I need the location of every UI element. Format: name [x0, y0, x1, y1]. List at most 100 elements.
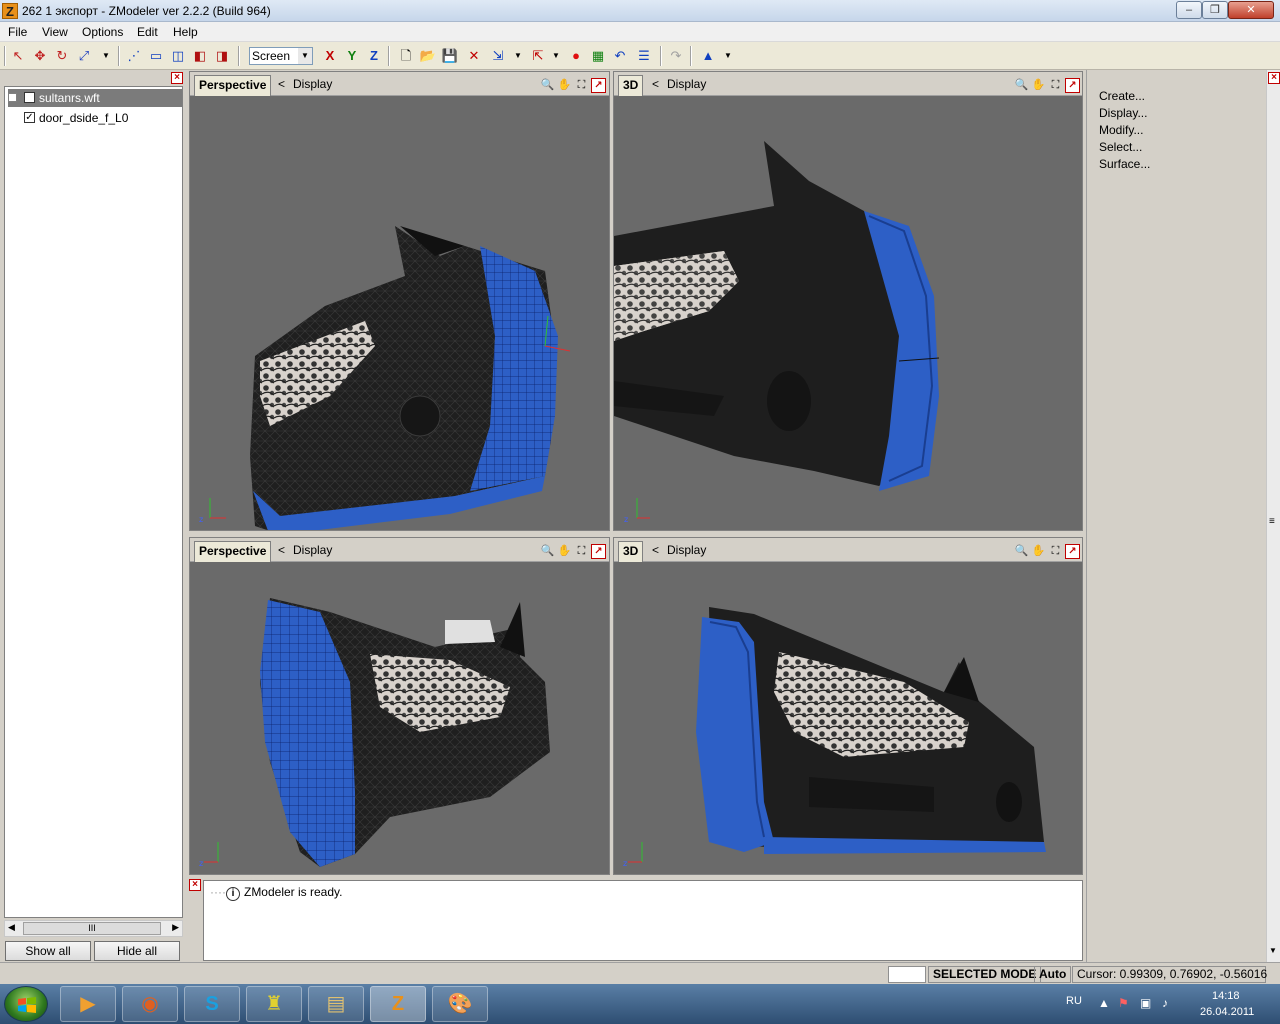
- viewport-display-menu[interactable]: Display: [667, 77, 706, 91]
- pan-icon[interactable]: ✋: [1031, 78, 1046, 93]
- show-all-button[interactable]: Show all: [5, 941, 91, 961]
- viewport-arrow-icon[interactable]: <: [652, 543, 659, 557]
- dropdown-arrow-icon[interactable]: ▼: [718, 46, 738, 66]
- maximize-viewport-icon[interactable]: ↗: [1065, 544, 1080, 559]
- face-mode-icon[interactable]: ◫: [168, 46, 188, 66]
- zoom-icon[interactable]: 🔍: [1014, 78, 1029, 93]
- network-icon[interactable]: ▣: [1140, 996, 1151, 1010]
- vertical-scrollbar[interactable]: × ≡ ▼: [1266, 70, 1280, 962]
- viewport-canvas[interactable]: z: [190, 96, 609, 530]
- zoom-icon[interactable]: 🔍: [540, 78, 555, 93]
- skype-icon[interactable]: S: [184, 986, 240, 1022]
- explorer-icon[interactable]: ▤: [308, 986, 364, 1022]
- visibility-checkbox[interactable]: ✓: [24, 112, 35, 123]
- maximize-viewport-icon[interactable]: ↗: [591, 78, 606, 93]
- viewport-3d-top[interactable]: 3D < Display 🔍 ✋ ⛶ ↗ z: [613, 71, 1083, 531]
- pan-icon[interactable]: ✋: [1031, 544, 1046, 559]
- menu-file[interactable]: File: [8, 25, 27, 39]
- viewport-perspective-bottom[interactable]: Perspective < Display 🔍 ✋ ⛶ ↗ z: [189, 537, 610, 875]
- clock-date[interactable]: 26.04.2011: [1200, 1006, 1254, 1018]
- tree-item-sultanrs[interactable]: + sultanrs.wft: [8, 89, 182, 107]
- pan-icon[interactable]: ✋: [557, 544, 572, 559]
- vertex-mode-icon[interactable]: ⋰: [124, 46, 144, 66]
- status-auto[interactable]: Auto: [1034, 966, 1072, 983]
- dropdown-arrow-icon[interactable]: ▼: [508, 46, 528, 66]
- close-icon[interactable]: ×: [171, 72, 183, 84]
- fit-icon[interactable]: ⛶: [574, 78, 589, 93]
- viewport-tab[interactable]: Perspective: [194, 541, 272, 562]
- firefox-icon[interactable]: ◉: [122, 986, 178, 1022]
- zoom-icon[interactable]: 🔍: [540, 544, 555, 559]
- select-icon[interactable]: ↖: [8, 46, 28, 66]
- viewport-display-menu[interactable]: Display: [667, 543, 706, 557]
- mesh-mode-icon[interactable]: ◨: [212, 46, 232, 66]
- render-icon[interactable]: ▲: [698, 46, 718, 66]
- menu-view[interactable]: View: [42, 25, 68, 39]
- open-icon[interactable]: 📂: [418, 46, 438, 66]
- viewport-canvas[interactable]: z: [614, 96, 1082, 530]
- scroll-down-icon[interactable]: ▼: [1269, 946, 1277, 955]
- viewport-tab[interactable]: 3D: [618, 75, 644, 96]
- viewport-display-menu[interactable]: Display: [293, 77, 332, 91]
- viewport-canvas[interactable]: z: [614, 562, 1082, 874]
- undo-icon[interactable]: ↶: [610, 46, 630, 66]
- tree-item-door[interactable]: ✓ door_dside_f_L0: [8, 109, 182, 127]
- close-icon[interactable]: ×: [189, 879, 201, 891]
- menu-edit[interactable]: Edit: [137, 25, 158, 39]
- command-select[interactable]: Select...: [1099, 140, 1142, 154]
- command-surface[interactable]: Surface...: [1099, 157, 1150, 171]
- start-button[interactable]: [4, 986, 48, 1022]
- expand-icon[interactable]: +: [8, 93, 17, 102]
- viewport-tab[interactable]: 3D: [618, 541, 644, 562]
- scroll-left-icon[interactable]: ◀: [8, 922, 15, 933]
- fit-icon[interactable]: ⛶: [1048, 544, 1063, 559]
- app-icon[interactable]: ♜: [246, 986, 302, 1022]
- object-mode-icon[interactable]: ◧: [190, 46, 210, 66]
- clock-time[interactable]: 14:18: [1212, 990, 1240, 1002]
- delete-icon[interactable]: ✕: [464, 46, 484, 66]
- view-mode-select[interactable]: Screen ▼: [249, 47, 313, 65]
- axis-y-button[interactable]: Y: [342, 46, 362, 66]
- viewport-canvas[interactable]: z: [190, 562, 609, 874]
- axis-z-button[interactable]: Z: [364, 46, 384, 66]
- close-icon[interactable]: ×: [1268, 72, 1280, 84]
- hide-all-button[interactable]: Hide all: [94, 941, 180, 961]
- action-center-icon[interactable]: ⚑: [1118, 996, 1129, 1010]
- viewport-perspective-top[interactable]: Perspective < Display 🔍 ✋ ⛶ ↗ z: [189, 71, 610, 531]
- viewport-3d-bottom[interactable]: 3D < Display 🔍 ✋ ⛶ ↗ z: [613, 537, 1083, 875]
- import-icon[interactable]: ⇲: [488, 46, 508, 66]
- scroll-grip-icon[interactable]: ≡: [1269, 516, 1275, 527]
- maximize-viewport-icon[interactable]: ↗: [1065, 78, 1080, 93]
- visibility-checkbox[interactable]: [24, 92, 35, 103]
- pan-icon[interactable]: ✋: [557, 78, 572, 93]
- new-file-icon[interactable]: 🗋: [396, 46, 416, 66]
- fit-icon[interactable]: ⛶: [574, 544, 589, 559]
- command-modify[interactable]: Modify...: [1099, 123, 1143, 137]
- command-create[interactable]: Create...: [1099, 89, 1145, 103]
- materials-icon[interactable]: ▦: [588, 46, 608, 66]
- paint-icon[interactable]: 🎨: [432, 986, 488, 1022]
- scale-icon[interactable]: ⤢: [74, 46, 94, 66]
- rotate-icon[interactable]: ↻: [52, 46, 72, 66]
- viewport-display-menu[interactable]: Display: [293, 543, 332, 557]
- command-display[interactable]: Display...: [1099, 106, 1147, 120]
- show-hidden-icons[interactable]: ▲: [1098, 996, 1110, 1010]
- move-icon[interactable]: ✥: [30, 46, 50, 66]
- horizontal-scrollbar[interactable]: ◀ III ▶: [4, 920, 183, 937]
- axis-x-button[interactable]: X: [320, 46, 340, 66]
- properties-icon[interactable]: ☰: [634, 46, 654, 66]
- scroll-thumb[interactable]: III: [23, 922, 161, 935]
- maximize-viewport-icon[interactable]: ↗: [591, 544, 606, 559]
- export-icon[interactable]: ⇱: [528, 46, 548, 66]
- zoom-icon[interactable]: 🔍: [1014, 544, 1029, 559]
- record-icon[interactable]: ●: [566, 46, 586, 66]
- status-mode[interactable]: SELECTED MODE: [928, 966, 1042, 983]
- minimize-button[interactable]: ‒: [1176, 1, 1202, 19]
- menu-help[interactable]: Help: [173, 25, 198, 39]
- viewport-tab[interactable]: Perspective: [194, 75, 272, 96]
- language-indicator[interactable]: RU: [1066, 995, 1082, 1007]
- zmodeler-taskbar-icon[interactable]: Z: [370, 986, 426, 1022]
- scroll-right-icon[interactable]: ▶: [172, 922, 179, 933]
- viewport-arrow-icon[interactable]: <: [652, 77, 659, 91]
- dropdown-arrow-icon[interactable]: ▼: [546, 46, 566, 66]
